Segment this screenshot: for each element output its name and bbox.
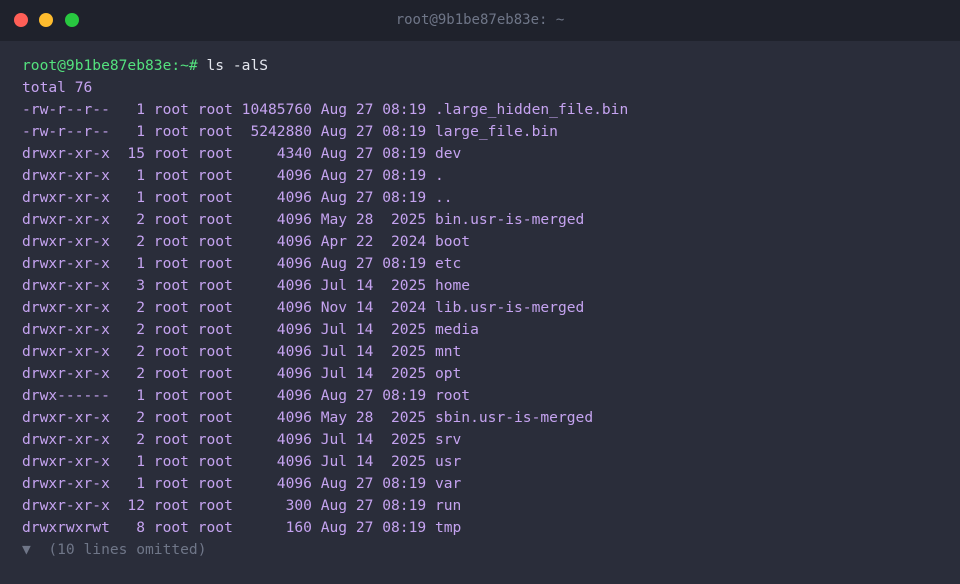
listing-row: drwxr-xr-x 1 root root 4096 Aug 27 08:19… [22, 475, 462, 492]
listing-row: drwxr-xr-x 2 root root 4096 Jul 14 2025 … [22, 321, 479, 338]
listing-row: drwxr-xr-x 2 root root 4096 Jul 14 2025 … [22, 343, 462, 360]
listing-row: drwxr-xr-x 2 root root 4096 Jul 14 2025 … [22, 365, 462, 382]
listing-row: drwxrwxrwt 8 root root 160 Aug 27 08:19 … [22, 519, 462, 536]
listing-row: drwxr-xr-x 3 root root 4096 Jul 14 2025 … [22, 277, 471, 294]
listing-row: -rw-r--r-- 1 root root 10485760 Aug 27 0… [22, 101, 629, 118]
listing-row: drwxr-xr-x 1 root root 4096 Aug 27 08:19… [22, 255, 462, 272]
listing-row: drwx------ 1 root root 4096 Aug 27 08:19… [22, 387, 471, 404]
shell-command: ls -alS [197, 57, 269, 74]
listing-row: drwxr-xr-x 2 root root 4096 Nov 14 2024 … [22, 299, 585, 316]
terminal-output[interactable]: root@9b1be87eb83e:~# ls -alS total 76 -r… [0, 41, 960, 561]
total-line: total 76 [22, 79, 93, 96]
title-bar: root@9b1be87eb83e: ~ [0, 0, 960, 41]
listing-entries: -rw-r--r-- 1 root root 10485760 Aug 27 0… [22, 99, 960, 539]
listing-row: drwxr-xr-x 2 root root 4096 May 28 2025 … [22, 409, 594, 426]
window-title: root@9b1be87eb83e: ~ [395, 12, 565, 28]
listing-row: drwxr-xr-x 2 root root 4096 Jul 14 2025 … [22, 431, 462, 448]
listing-row: drwxr-xr-x 2 root root 4096 May 28 2025 … [22, 211, 585, 228]
listing-row: drwxr-xr-x 1 root root 4096 Jul 14 2025 … [22, 453, 462, 470]
listing-row: -rw-r--r-- 1 root root 5242880 Aug 27 08… [22, 123, 558, 140]
listing-row: drwxr-xr-x 15 root root 4340 Aug 27 08:1… [22, 145, 462, 162]
omitted-lines-toggle[interactable]: ▼ (10 lines omitted) [22, 539, 960, 561]
listing-row: drwxr-xr-x 1 root root 4096 Aug 27 08:19… [22, 167, 444, 184]
listing-row: drwxr-xr-x 1 root root 4096 Aug 27 08:19… [22, 189, 453, 206]
listing-row: drwxr-xr-x 12 root root 300 Aug 27 08:19… [22, 497, 462, 514]
shell-prompt: root@9b1be87eb83e:~# [22, 57, 198, 74]
terminal-window: root@9b1be87eb83e: ~ root@9b1be87eb83e:~… [0, 0, 960, 584]
command-line: root@9b1be87eb83e:~# ls -alS [22, 55, 960, 77]
listing-row: drwxr-xr-x 2 root root 4096 Apr 22 2024 … [22, 233, 471, 250]
